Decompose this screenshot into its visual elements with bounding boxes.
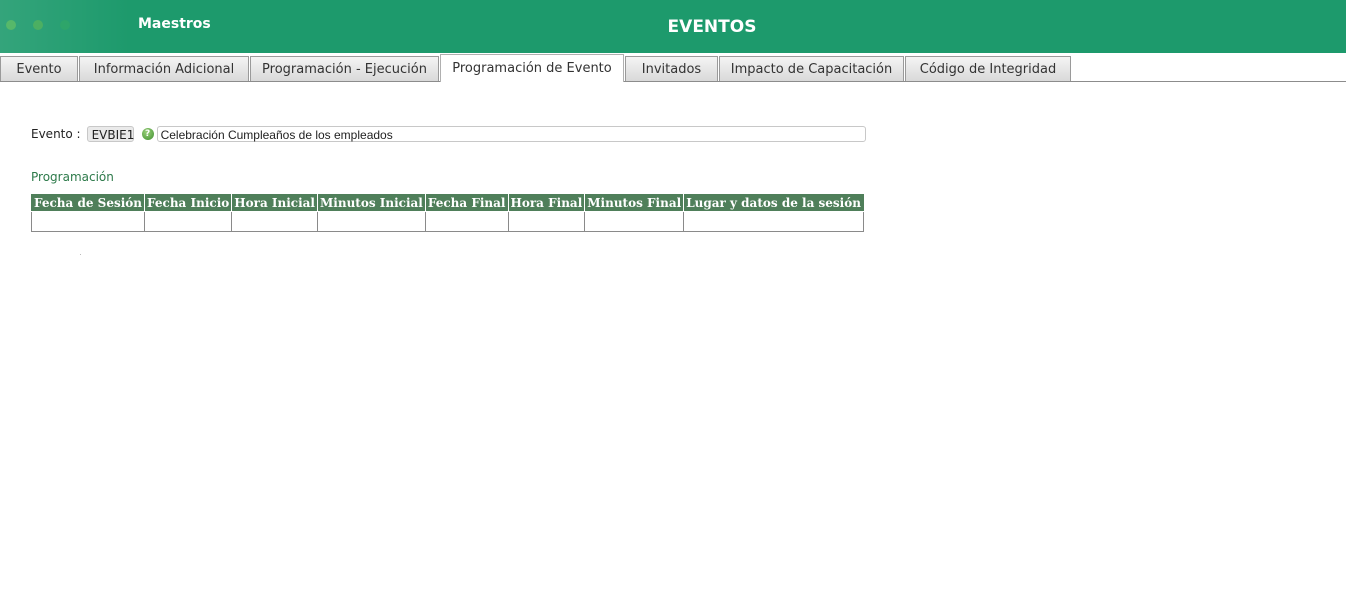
evento-label: Evento : [31,127,81,141]
evento-row: Evento : EVBIE1 ? Celebración Cumpleaños… [31,125,866,143]
column-header: Lugar y datos de la sesión [683,194,864,212]
evento-code-field[interactable]: EVBIE1 [86,126,134,142]
column-header: Minutos Inicial [317,194,426,212]
table-cell[interactable] [424,211,509,232]
tab-evento[interactable]: Evento [0,56,78,81]
evento-description-field[interactable]: Celebración Cumpleaños de los empleados [156,126,866,142]
divider [80,254,81,255]
table-cell[interactable] [507,211,586,232]
page-title: EVENTOS [667,17,757,37]
column-header: Hora Inicial [231,194,318,212]
column-header: Fecha Final [424,194,509,212]
tab-programacion-de-evento[interactable]: Programación de Evento [440,54,624,82]
tab-informacion-adicional[interactable]: Información Adicional [79,56,249,81]
tab-impacto-de-capacitacion[interactable]: Impacto de Capacitación [719,56,904,81]
table-cell[interactable] [231,211,318,232]
help-question-icon[interactable]: ? [141,128,154,140]
tab-invitados[interactable]: Invitados [625,56,718,81]
table-cell[interactable] [683,211,864,232]
table-cell[interactable] [144,211,233,232]
app-header: Maestros EVENTOS [0,0,1346,53]
tab-codigo-de-integridad[interactable]: Código de Integridad [905,56,1071,81]
table-header-row: Fecha de Sesión Fecha Inicio Hora Inicia… [30,194,864,212]
table-cell[interactable] [30,211,146,232]
table-cell[interactable] [584,211,685,232]
programacion-title: Programación [31,170,114,184]
table-row[interactable] [30,211,864,232]
column-header: Fecha Inicio [144,194,233,212]
tab-programacion-ejecucion[interactable]: Programación - Ejecución [250,56,439,81]
column-header: Hora Final [507,194,586,212]
tab-bar: Evento Información Adicional Programació… [0,53,1346,82]
table-cell[interactable] [317,211,426,232]
column-header: Minutos Final [584,194,685,212]
column-header: Fecha de Sesión [30,194,146,212]
programacion-table: Fecha de Sesión Fecha Inicio Hora Inicia… [30,194,864,232]
